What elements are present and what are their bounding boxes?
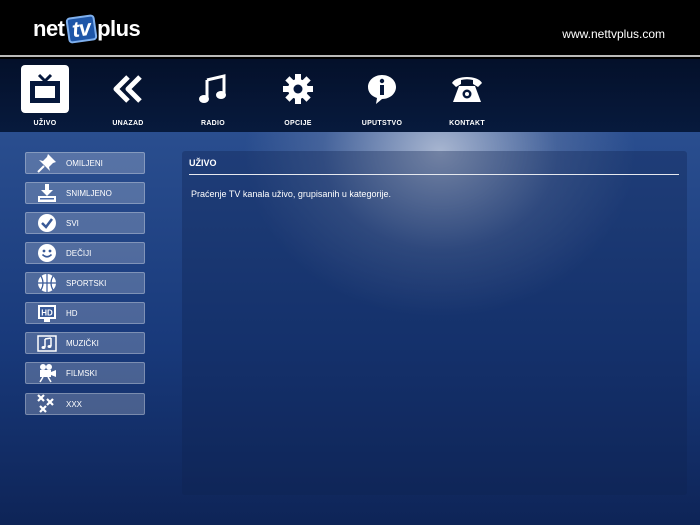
nav-item-unazad[interactable]: UNAZAD xyxy=(98,65,158,129)
movie-camera-icon xyxy=(36,363,58,383)
top-header: net tv plus www.nettvplus.com xyxy=(0,0,700,57)
nav-label: UPUTSTVO xyxy=(361,120,403,127)
gear-icon xyxy=(274,65,322,113)
sidebar-item-sportski[interactable]: SPORTSKI xyxy=(25,272,145,294)
download-tray-icon xyxy=(36,183,58,203)
rewind-icon xyxy=(104,65,152,113)
panel-description: Praćenje TV kanala uživo, grupisanih u k… xyxy=(191,189,391,199)
sidebar-item-hd[interactable]: HD HD xyxy=(25,302,145,324)
smiley-icon xyxy=(36,243,58,263)
logo-text-plus: plus xyxy=(97,16,141,41)
nav-label: KONTAKT xyxy=(449,120,485,127)
sidebar-item-label: HD xyxy=(66,308,78,318)
sidebar-item-label: OMILJENI xyxy=(66,158,103,168)
sidebar-item-label: SVI xyxy=(66,218,79,228)
sidebar-item-decji[interactable]: DEČIJI xyxy=(25,242,145,264)
nav-item-kontakt[interactable]: KONTAKT xyxy=(437,65,497,129)
sidebar-item-muzicki[interactable]: MUZIČKI xyxy=(25,332,145,354)
sidebar-item-label: FILMSKI xyxy=(66,368,98,378)
nav-label: UŽIVO xyxy=(33,120,57,127)
nav-item-radio[interactable]: RADIO xyxy=(183,65,243,129)
nav-item-uputstvo[interactable]: UPUTSTVO xyxy=(352,65,412,129)
sidebar-item-label: SPORTSKI xyxy=(66,278,107,288)
nav-label: UNAZAD xyxy=(112,120,144,127)
sidebar-item-svi[interactable]: SVI xyxy=(25,212,145,234)
panel-title: UŽIVO xyxy=(189,158,217,168)
info-panel: UŽIVO Praćenje TV kanala uživo, grupisan… xyxy=(182,151,687,495)
nav-item-uzivo[interactable]: UŽIVO xyxy=(15,65,75,129)
sidebar-item-label: DEČIJI xyxy=(66,248,92,258)
sidebar-item-filmski[interactable]: FILMSKI xyxy=(25,362,145,384)
sidebar-item-xxx[interactable]: XXX xyxy=(25,393,145,415)
tv-icon xyxy=(21,65,69,113)
sidebar-item-label: XXX xyxy=(66,399,83,409)
nav-label: OPCIJE xyxy=(284,120,312,127)
sidebar-item-label: SNIMLJENO xyxy=(66,188,112,198)
hd-icon: HD xyxy=(36,303,58,323)
info-bubble-icon xyxy=(358,65,406,113)
basketball-icon xyxy=(36,273,58,293)
main-nav: UŽIVO UNAZAD RADIO OPCIJE UPUTSTVO KONTA… xyxy=(0,59,700,132)
svg-text:HD: HD xyxy=(41,309,53,318)
nav-label: RADIO xyxy=(200,120,226,127)
panel-divider xyxy=(189,174,679,175)
music-note-icon xyxy=(189,65,237,113)
nav-item-opcije[interactable]: OPCIJE xyxy=(268,65,328,129)
sidebar-item-snimljeno[interactable]: SNIMLJENO xyxy=(25,182,145,204)
site-url: www.nettvplus.com xyxy=(562,27,665,41)
pushpin-icon xyxy=(36,153,58,173)
content-area: OMILJENI SNIMLJENO SVI DEČIJI SPORTSKI H… xyxy=(0,132,700,525)
music-notes-icon xyxy=(36,333,58,353)
phone-icon xyxy=(443,65,491,113)
xxx-icon xyxy=(36,394,58,414)
logo-text-tv: tv xyxy=(64,14,97,44)
check-circle-icon xyxy=(36,213,58,233)
nettvplus-logo[interactable]: net tv plus xyxy=(33,14,141,44)
logo-text-net: net xyxy=(33,16,65,41)
sidebar-item-label: MUZIČKI xyxy=(66,338,99,348)
sidebar-item-omiljeni[interactable]: OMILJENI xyxy=(25,152,145,174)
